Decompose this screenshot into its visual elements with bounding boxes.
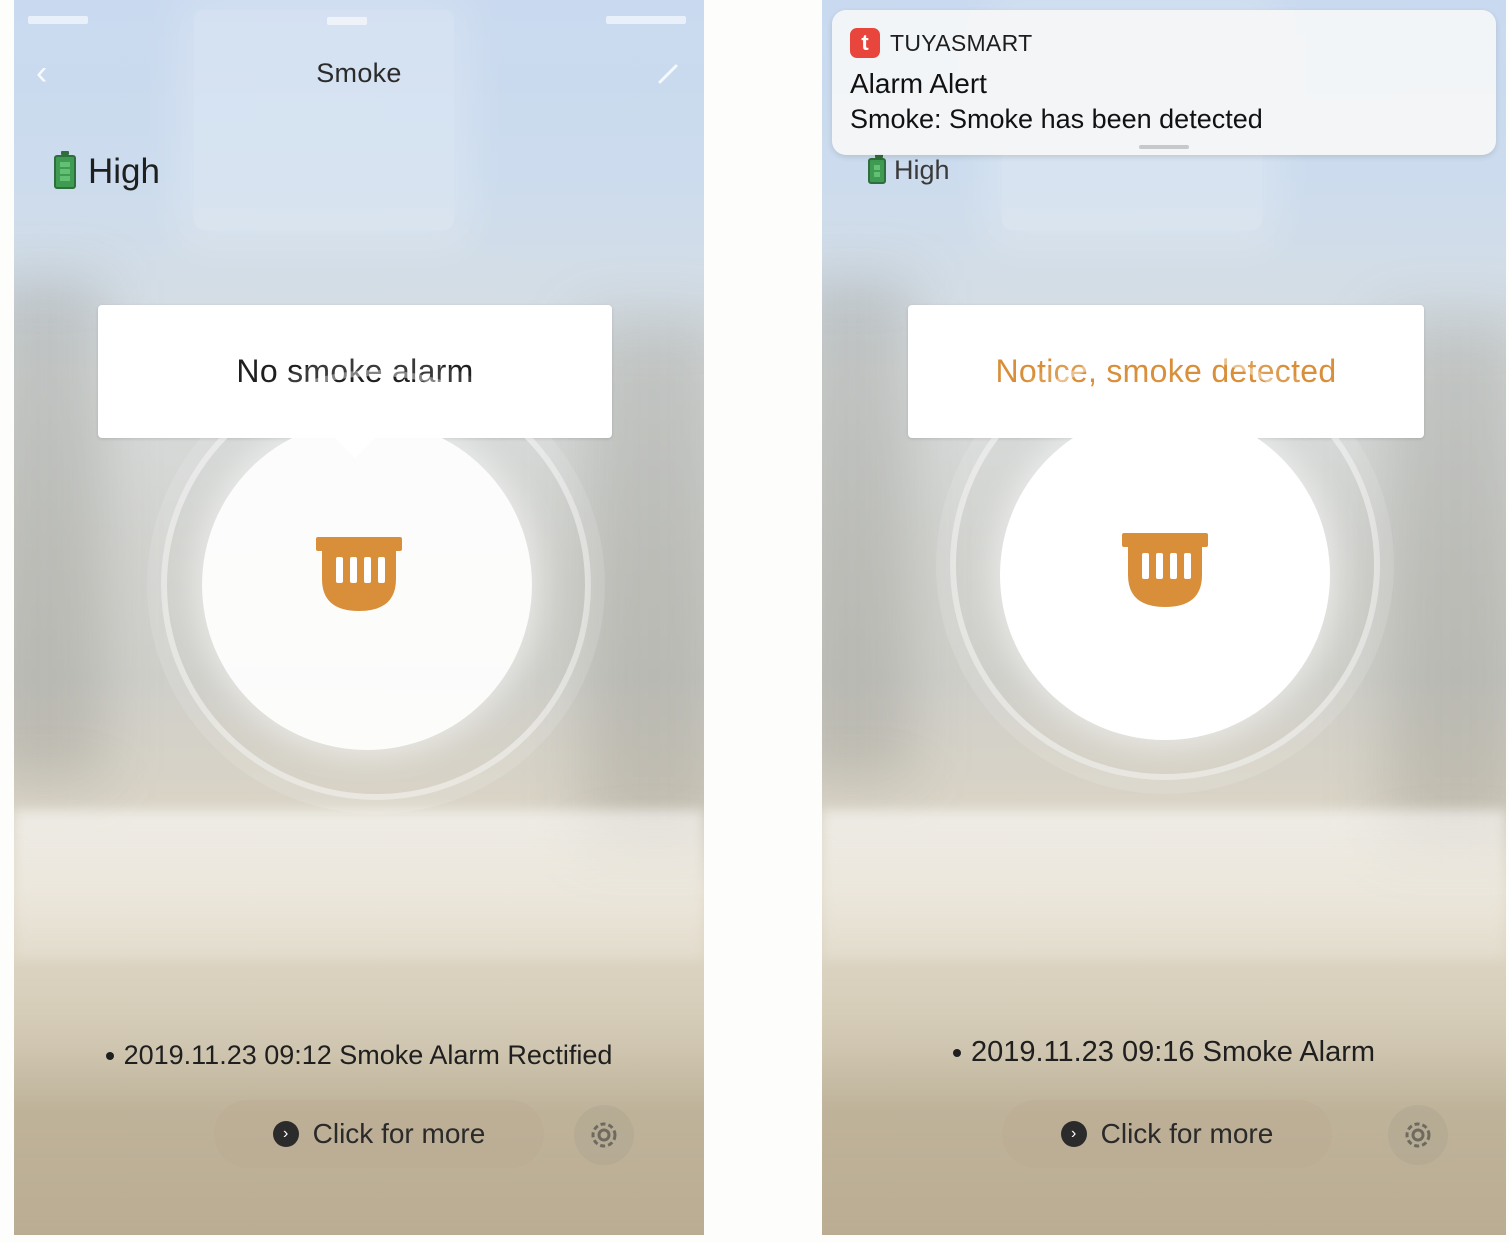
edit-icon[interactable]	[654, 60, 682, 88]
battery-icon	[54, 151, 76, 189]
phone-screen-alarm: High t TUYASMART Alarm Alert Smoke: Smok…	[822, 0, 1506, 1235]
battery-icon	[868, 153, 886, 184]
click-for-more-button[interactable]: › Click for more	[1002, 1100, 1332, 1168]
click-for-more-button[interactable]: › Click for more	[214, 1100, 544, 1168]
battery-label: High	[88, 152, 160, 191]
push-notification[interactable]: t TUYASMART Alarm Alert Smoke: Smoke has…	[832, 10, 1496, 155]
smoke-detector-icon	[312, 535, 406, 615]
page: ‹ Smoke High No smoke alarm 2019.11.23 0…	[0, 0, 1509, 1243]
log-text: 2019.11.23 09:12 Smoke Alarm Rectified	[123, 1040, 613, 1070]
alarm-log-entry: 2019.11.23 09:16 Smoke Alarm	[822, 1036, 1506, 1069]
background-window	[194, 10, 454, 230]
settings-icon	[1405, 1122, 1431, 1148]
smoke-detector-icon	[1118, 531, 1212, 611]
battery-status: High	[868, 153, 950, 186]
status-bar	[28, 8, 686, 32]
page-title: Smoke	[316, 58, 402, 88]
battery-status: High	[54, 151, 160, 192]
notification-app-name: TUYASMART	[890, 29, 1033, 56]
app-icon: t	[850, 28, 880, 58]
settings-button[interactable]	[574, 1105, 634, 1165]
phone-screen-normal: ‹ Smoke High No smoke alarm 2019.11.23 0…	[14, 0, 704, 1235]
notification-title: Alarm Alert	[850, 68, 987, 99]
alarm-log-entry: 2019.11.23 09:12 Smoke Alarm Rectified	[14, 1040, 704, 1071]
settings-button[interactable]	[1388, 1105, 1448, 1165]
notification-body: Smoke: Smoke has been detected	[850, 104, 1263, 134]
background-cabinet	[14, 810, 704, 960]
battery-label: High	[894, 155, 950, 185]
more-label: Click for more	[312, 1118, 486, 1149]
log-text: 2019.11.23 09:16 Smoke Alarm	[970, 1036, 1376, 1068]
background-cabinet	[822, 810, 1506, 960]
info-icon: ›	[272, 1121, 299, 1147]
info-icon: ›	[1060, 1121, 1087, 1147]
settings-icon	[591, 1122, 617, 1148]
more-label: Click for more	[1100, 1118, 1274, 1149]
notification-grabber[interactable]	[1139, 145, 1189, 149]
